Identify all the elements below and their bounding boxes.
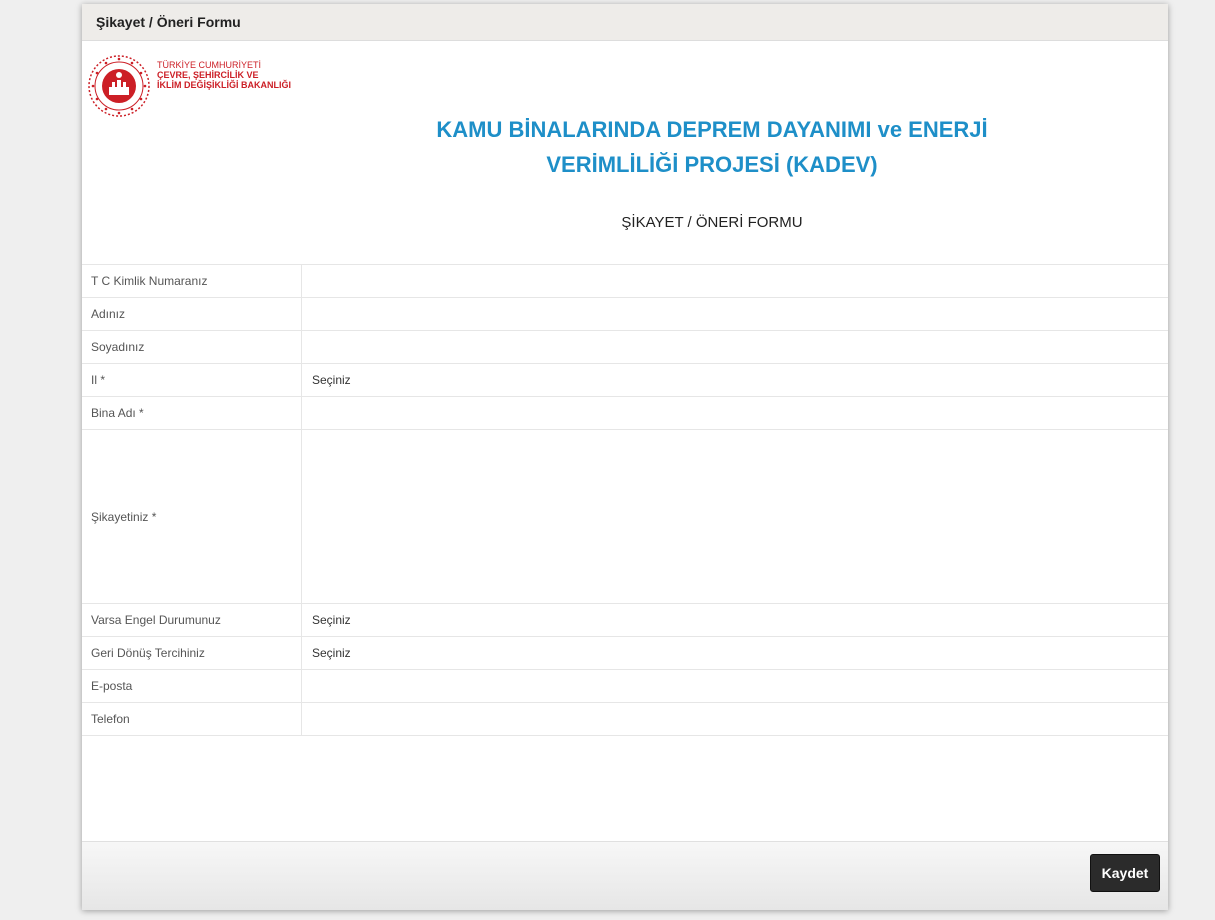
disability-select[interactable]: Seçiniz <box>312 613 351 627</box>
name-label: Adınız <box>82 298 302 330</box>
ministry-line-1: TÜRKİYE CUMHURİYETİ <box>157 60 262 70</box>
disability-label: Varsa Engel Durumunuz <box>82 604 302 636</box>
phone-input[interactable] <box>312 703 1168 735</box>
form-table: T C Kimlik Numaranız Adınız Soyadınız Il… <box>82 264 1168 736</box>
panel-title: Şikayet / Öneri Formu <box>96 14 241 30</box>
project-title-line-1: KAMU BİNALARINDA DEPREM DAYANIMI ve ENER… <box>436 117 988 142</box>
complaint-textarea[interactable] <box>312 430 1168 603</box>
city-label: Il * <box>82 364 302 396</box>
ministry-name: TÜRKİYE CUMHURİYETİ ÇEVRE, ŞEHİRCİLİK VE… <box>157 60 291 90</box>
tc-label: T C Kimlik Numaranız <box>82 265 302 297</box>
feedback-pref-label: Geri Dönüş Tercihiniz <box>82 637 302 669</box>
email-input[interactable] <box>312 670 1168 702</box>
panel-header: Şikayet / Öneri Formu <box>82 4 1168 41</box>
surname-input[interactable] <box>312 331 1168 363</box>
project-title: KAMU BİNALARINDA DEPREM DAYANIMI ve ENER… <box>332 112 1092 182</box>
ministry-line-2: ÇEVRE, ŞEHİRCİLİK VE <box>157 70 259 80</box>
phone-label: Telefon <box>82 703 302 735</box>
surname-label: Soyadınız <box>82 331 302 363</box>
building-input[interactable] <box>312 397 1168 429</box>
complaint-form-panel: Şikayet / Öneri Formu TÜRKİYE CUMHURİYET… <box>82 4 1168 910</box>
form-footer: Kaydet <box>82 841 1168 910</box>
form-row-phone: Telefon <box>82 703 1168 736</box>
name-input[interactable] <box>312 298 1168 330</box>
form-row-email: E-posta <box>82 670 1168 703</box>
form-row-tc: T C Kimlik Numaranız <box>82 265 1168 298</box>
form-heading: ŞİKAYET / ÖNERİ FORMU <box>621 214 803 231</box>
complaint-label: Şikayetiniz * <box>82 430 302 603</box>
form-row-city: Il * Seçiniz <box>82 364 1168 397</box>
form-row-surname: Soyadınız <box>82 331 1168 364</box>
form-row-name: Adınız <box>82 298 1168 331</box>
form-row-complaint: Şikayetiniz * <box>82 430 1168 604</box>
ministry-emblem-icon <box>88 55 150 117</box>
email-label: E-posta <box>82 670 302 702</box>
form-row-building: Bina Adı * <box>82 397 1168 430</box>
project-title-line-2: VERİMLİLİĞİ PROJESİ (KADEV) <box>546 152 878 177</box>
save-button[interactable]: Kaydet <box>1090 854 1160 892</box>
building-label: Bina Adı * <box>82 397 302 429</box>
ministry-line-3: İKLİM DEĞİŞİKLİĞİ BAKANLIĞI <box>157 80 291 90</box>
tc-input[interactable] <box>312 265 1168 297</box>
feedback-pref-select[interactable]: Seçiniz <box>312 646 351 660</box>
ministry-logo: TÜRKİYE CUMHURİYETİ ÇEVRE, ŞEHİRCİLİK VE… <box>87 54 291 118</box>
city-select[interactable]: Seçiniz <box>312 373 351 387</box>
form-row-disability: Varsa Engel Durumunuz Seçiniz <box>82 604 1168 637</box>
form-row-feedback-pref: Geri Dönüş Tercihiniz Seçiniz <box>82 637 1168 670</box>
